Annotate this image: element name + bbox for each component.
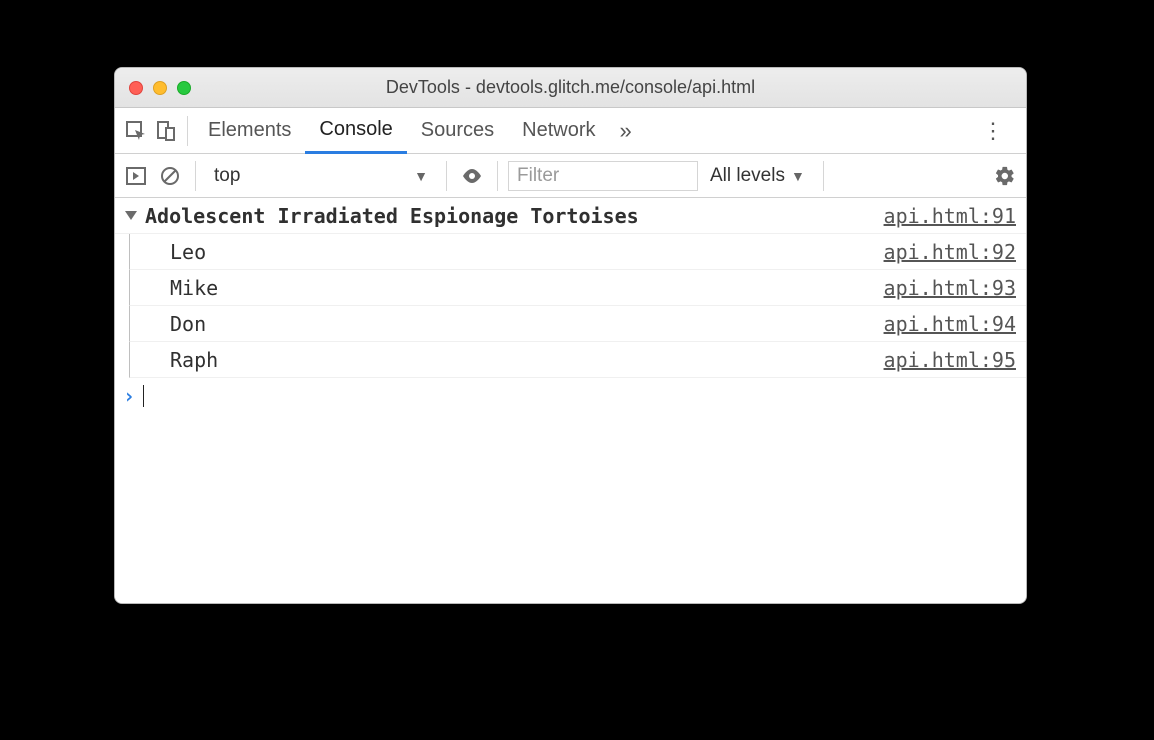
chevron-down-icon: ▼ [414,168,428,184]
divider [195,161,196,191]
source-link[interactable]: api.html:93 [884,276,1016,300]
console-output: Adolescent Irradiated Espionage Tortoise… [115,198,1026,603]
tab-sources[interactable]: Sources [407,108,508,154]
source-link[interactable]: api.html:95 [884,348,1016,372]
execution-context-select[interactable]: top ▼ [206,161,436,191]
source-link[interactable]: api.html:92 [884,240,1016,264]
console-settings-icon[interactable] [990,161,1020,191]
source-link[interactable]: api.html:94 [884,312,1016,336]
divider [823,161,824,191]
log-message: Raph [170,348,884,372]
tab-network[interactable]: Network [508,108,609,154]
window-title: DevTools - devtools.glitch.me/console/ap… [115,77,1026,98]
text-cursor [143,385,144,407]
console-log-row: Leo api.html:92 [129,234,1026,270]
divider [497,161,498,191]
execution-context-label: top [214,165,240,187]
source-link[interactable]: api.html:91 [884,204,1016,228]
panel-tabbar: Elements Console Sources Network » ⋮ [115,108,1026,154]
close-window-button[interactable] [129,81,143,95]
live-expression-icon[interactable] [457,161,487,191]
tab-console[interactable]: Console [305,108,406,154]
console-group-header[interactable]: Adolescent Irradiated Espionage Tortoise… [115,198,1026,234]
console-prompt[interactable]: › [115,378,1026,414]
console-toolbar: top ▼ All levels ▼ [115,154,1026,198]
console-log-row: Raph api.html:95 [129,342,1026,378]
divider [187,116,188,146]
disclosure-triangle-icon[interactable] [125,211,137,220]
tab-elements[interactable]: Elements [194,108,305,154]
log-levels-select[interactable]: All levels ▼ [702,165,813,187]
minimize-window-button[interactable] [153,81,167,95]
prompt-caret-icon: › [123,384,135,408]
filter-input[interactable] [508,161,698,191]
console-log-row: Don api.html:94 [129,306,1026,342]
console-log-row: Mike api.html:93 [129,270,1026,306]
chevron-down-icon: ▼ [791,168,805,184]
log-message: Don [170,312,884,336]
clear-console-icon[interactable] [155,161,185,191]
devtools-window: DevTools - devtools.glitch.me/console/ap… [114,67,1027,604]
zoom-window-button[interactable] [177,81,191,95]
device-toolbar-icon[interactable] [151,116,181,146]
log-message: Leo [170,240,884,264]
divider [446,161,447,191]
settings-menu-button[interactable]: ⋮ [968,118,1020,144]
log-levels-label: All levels [710,165,785,187]
toggle-sidebar-icon[interactable] [121,161,151,191]
group-title: Adolescent Irradiated Espionage Tortoise… [145,204,884,228]
window-controls [115,81,191,95]
log-message: Mike [170,276,884,300]
inspect-element-icon[interactable] [121,116,151,146]
more-tabs-button[interactable]: » [610,118,642,144]
titlebar: DevTools - devtools.glitch.me/console/ap… [115,68,1026,108]
